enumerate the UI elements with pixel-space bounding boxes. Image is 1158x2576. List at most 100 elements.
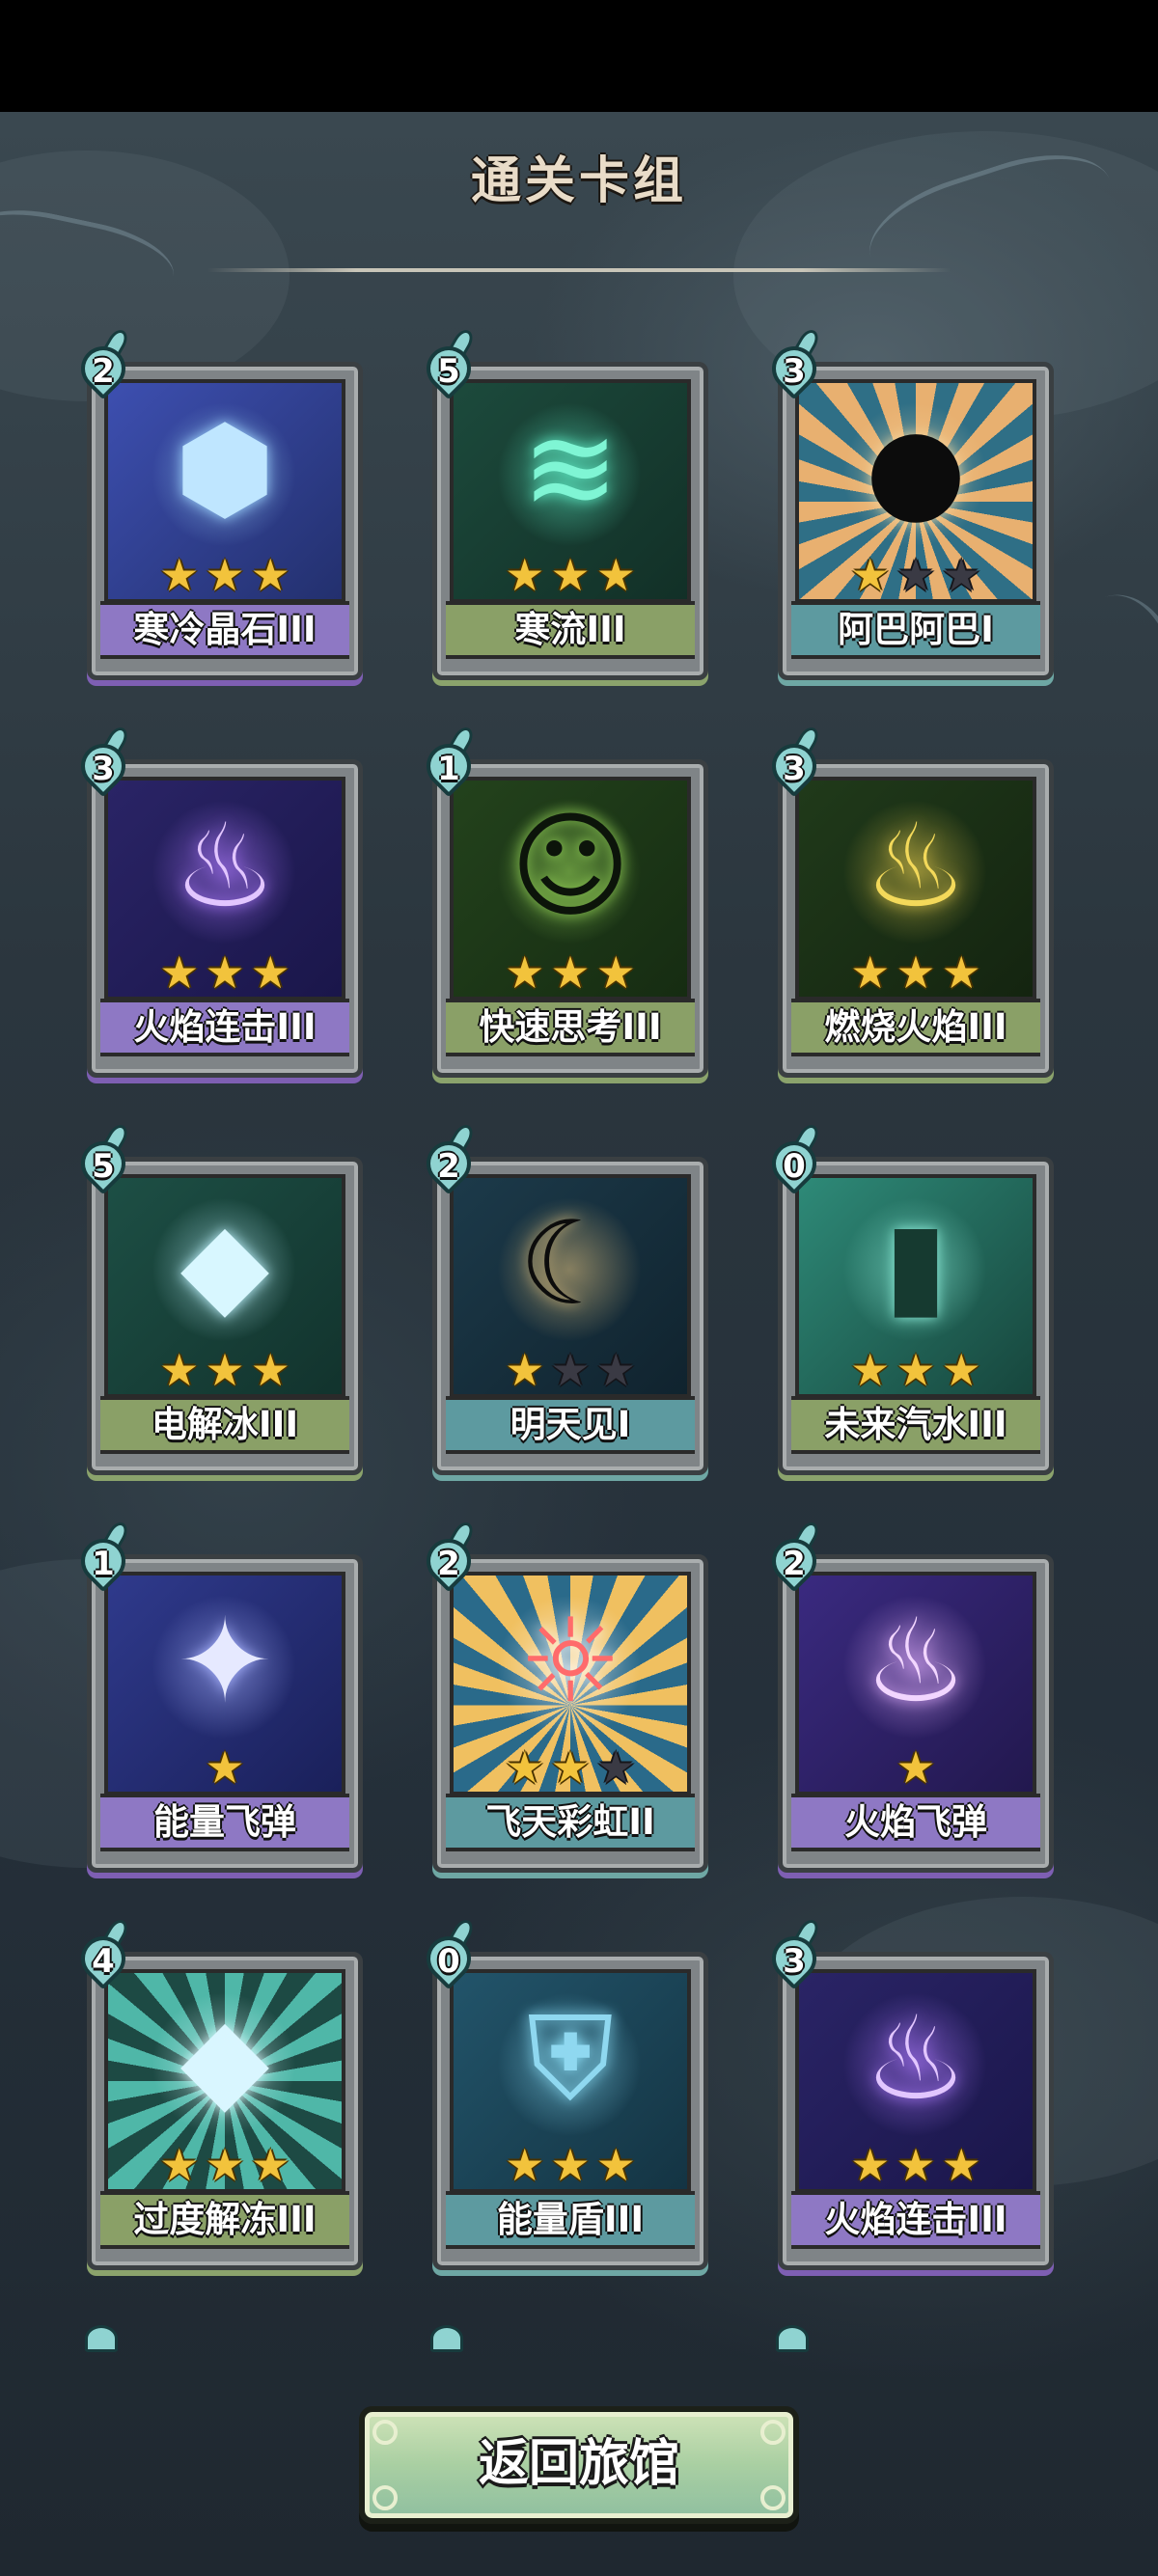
card-cost-badge: 4 — [71, 1916, 135, 1990]
card-cost: 3 — [783, 1942, 806, 1981]
star-filled-icon: ★ — [550, 2139, 591, 2191]
star-filled-icon: ★ — [595, 946, 636, 999]
card-stars: ★ ★ ★ — [104, 950, 345, 995]
card-name: 阿巴阿巴I — [791, 601, 1040, 659]
star-filled-icon: ★ — [159, 549, 200, 601]
card-name: 寒流III — [446, 601, 695, 659]
star-filled-icon: ★ — [550, 946, 591, 999]
card-stars: ★ ★ ★ — [795, 553, 1036, 597]
star-filled-icon: ★ — [505, 549, 545, 601]
card[interactable]: ☾ ★ ★ ★ 明天见I 2 — [417, 1121, 712, 1475]
card-cost-badge: 3 — [762, 724, 826, 798]
star-filled-icon: ★ — [850, 946, 891, 999]
card-cost: 3 — [783, 750, 806, 788]
star-filled-icon: ★ — [896, 1741, 936, 1794]
star-filled-icon: ★ — [550, 1741, 591, 1794]
card-name: 电解冰III — [100, 1396, 349, 1454]
star-filled-icon: ★ — [505, 946, 545, 999]
card-stars: ★ ★ ★ — [450, 950, 691, 995]
star-filled-icon: ★ — [850, 1344, 891, 1396]
card-cost-badge: 1 — [417, 724, 481, 798]
card-name: 过度解冻III — [100, 2191, 349, 2249]
star-filled-icon: ★ — [250, 1344, 290, 1396]
card-cost-badge: 2 — [417, 1121, 481, 1195]
card[interactable]: ⛨ ★ ★ ★ 能量盾III 0 — [417, 1916, 712, 2270]
card-cost: 2 — [437, 1147, 460, 1186]
card-cost-badge: 0 — [417, 1916, 481, 1990]
card-cost: 2 — [92, 352, 115, 391]
card-stars: ★ ★ ★ — [795, 1348, 1036, 1392]
card-cost-badge: 2 — [71, 326, 135, 400]
card-stars: ★ ★ ★ — [450, 553, 691, 597]
card[interactable]: ♨ ★ ★ ★ 燃烧火焰III 3 — [762, 724, 1058, 1078]
status-bar — [0, 0, 1158, 112]
star-filled-icon: ★ — [896, 2139, 936, 2191]
card-stars: ★ ★ ★ — [104, 553, 345, 597]
star-filled-icon: ★ — [205, 1344, 245, 1396]
star-filled-icon: ★ — [896, 1344, 936, 1396]
page-title: 通关卡组 — [470, 152, 687, 210]
card-name: 明天见I — [446, 1396, 695, 1454]
card-name: 快速思考III — [446, 999, 695, 1056]
card[interactable]: ☼ ★ ★ ★ 飞天彩虹II 2 — [417, 1519, 712, 1873]
star-filled-icon: ★ — [941, 2139, 981, 2191]
card[interactable]: ▮ ★ ★ ★ 未来汽水III 0 — [762, 1121, 1058, 1475]
card-cost: 0 — [437, 1942, 460, 1981]
card-name: 未来汽水III — [791, 1396, 1040, 1454]
star-filled-icon: ★ — [550, 549, 591, 601]
card[interactable]: ☺ ★ ★ ★ 快速思考III 1 — [417, 724, 712, 1078]
card[interactable]: ♨ ★ 火焰飞弹 2 — [762, 1519, 1058, 1873]
card-stars: ★ — [104, 1745, 345, 1790]
card-cost: 3 — [92, 750, 115, 788]
card[interactable]: ⬢ ★ ★ ★ 寒冷晶石III 2 — [71, 326, 367, 680]
card-stars: ★ ★ ★ — [795, 2143, 1036, 2187]
title-divider — [207, 268, 951, 272]
card[interactable]: ◆ ★ ★ ★ 电解冰III 5 — [71, 1121, 367, 1475]
card-cost: 3 — [783, 352, 806, 391]
star-empty-icon: ★ — [896, 549, 936, 601]
card-name: 能量飞弹 — [100, 1794, 349, 1851]
card-cost-badge: 1 — [71, 1519, 135, 1593]
star-filled-icon: ★ — [850, 549, 891, 601]
card-name: 能量盾III — [446, 2191, 695, 2249]
star-filled-icon: ★ — [595, 2139, 636, 2191]
card-cost: 1 — [92, 1545, 115, 1583]
card-cost: 5 — [92, 1147, 115, 1186]
card[interactable]: ✦ ★ 能量飞弹 1 — [71, 1519, 367, 1873]
star-empty-icon: ★ — [941, 549, 981, 601]
card-cost-badge: 3 — [71, 724, 135, 798]
star-filled-icon: ★ — [250, 946, 290, 999]
card-cost-badge: 3 — [762, 326, 826, 400]
star-filled-icon: ★ — [941, 946, 981, 999]
card[interactable]: ● ★ ★ ★ 阿巴阿巴I 3 — [762, 326, 1058, 680]
star-filled-icon: ★ — [205, 549, 245, 601]
card-stars: ★ ★ ★ — [104, 1348, 345, 1392]
card-cost-badge: 2 — [762, 1519, 826, 1593]
star-filled-icon: ★ — [505, 2139, 545, 2191]
star-filled-icon: ★ — [941, 1344, 981, 1396]
return-to-inn-button[interactable]: 返回旅馆 — [359, 2406, 799, 2524]
star-filled-icon: ★ — [159, 2139, 200, 2191]
card-cost: 2 — [783, 1545, 806, 1583]
return-button-label: 返回旅馆 — [478, 2435, 679, 2493]
card-cost: 0 — [783, 1147, 806, 1186]
card-stars: ★ ★ ★ — [450, 1348, 691, 1392]
star-empty-icon: ★ — [550, 1344, 591, 1396]
card-cost: 5 — [437, 352, 460, 391]
card[interactable]: ◆ ★ ★ ★ 过度解冻III 4 — [71, 1916, 367, 2270]
card-name: 火焰飞弹 — [791, 1794, 1040, 1851]
card-stars: ★ — [795, 1745, 1036, 1790]
card-name: 飞天彩虹II — [446, 1794, 695, 1851]
card-cost: 1 — [437, 750, 460, 788]
next-card-cost-peek — [430, 2325, 463, 2352]
star-filled-icon: ★ — [505, 1741, 545, 1794]
star-filled-icon: ★ — [250, 549, 290, 601]
card-cost-badge: 5 — [71, 1121, 135, 1195]
card[interactable]: ≋ ★ ★ ★ 寒流III 5 — [417, 326, 712, 680]
card[interactable]: ♨ ★ ★ ★ 火焰连击III 3 — [762, 1916, 1058, 2270]
star-empty-icon: ★ — [595, 1344, 636, 1396]
star-empty-icon: ★ — [595, 1741, 636, 1794]
card[interactable]: ♨ ★ ★ ★ 火焰连击III 3 — [71, 724, 367, 1078]
star-filled-icon: ★ — [896, 946, 936, 999]
card-cost-badge: 0 — [762, 1121, 826, 1195]
